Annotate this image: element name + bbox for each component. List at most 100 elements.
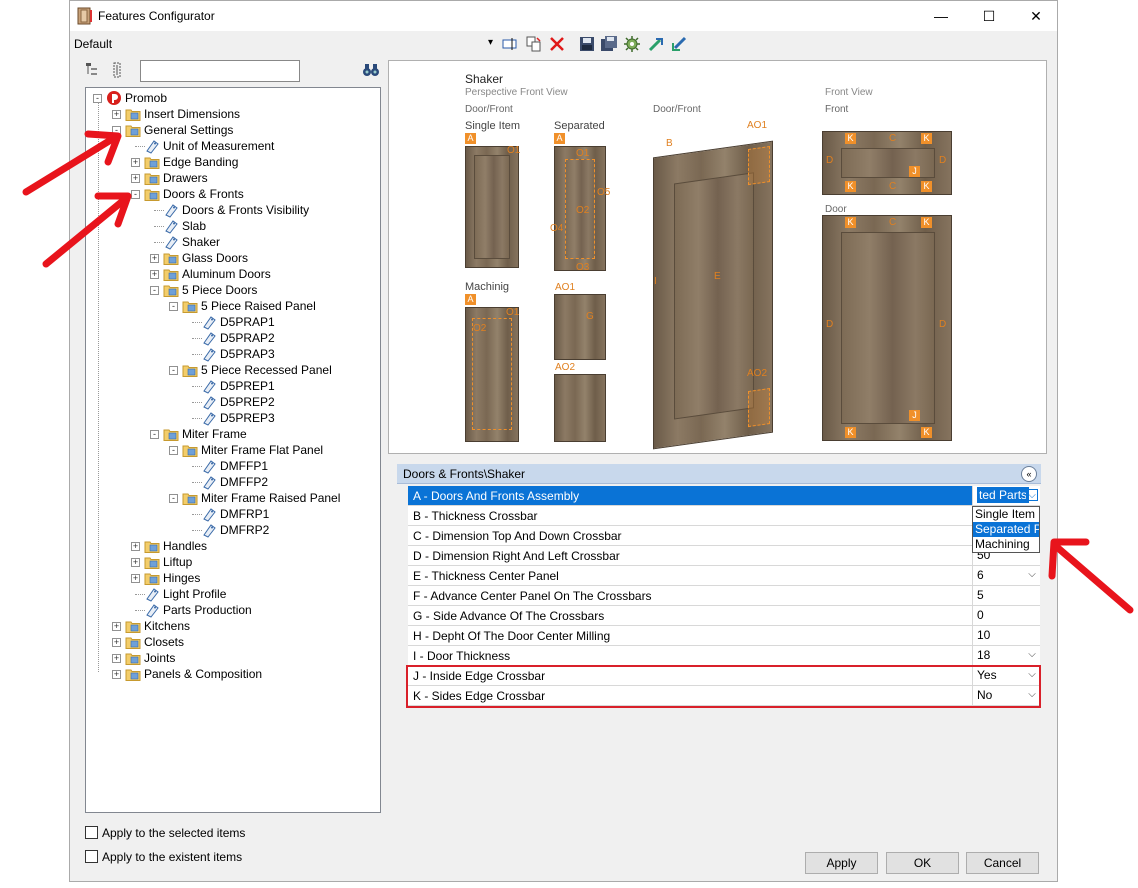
property-value[interactable]: ted Parts ⌵ (972, 486, 1040, 505)
tree-node[interactable]: + Panels & Composition (86, 666, 376, 682)
settings-icon[interactable] (623, 35, 641, 53)
tree-node[interactable]: - 5 Piece Recessed Panel (86, 362, 376, 378)
tree-node[interactable]: - Promob (86, 90, 376, 106)
expand-node-icon[interactable]: + (112, 638, 121, 647)
dropdown-option[interactable]: Single Item (973, 507, 1039, 522)
property-row[interactable]: I - Door Thickness 18 ⌵ (408, 646, 1040, 666)
expand-node-icon[interactable]: + (150, 270, 159, 279)
collapse-all-icon[interactable] (85, 62, 101, 78)
expand-node-icon[interactable]: + (112, 110, 121, 119)
property-row[interactable]: B - Thickness Crossbar (408, 506, 1040, 526)
expand-node-icon[interactable]: + (131, 558, 140, 567)
tree-node[interactable]: Parts Production (86, 602, 376, 618)
tree-node[interactable]: + Kitchens (86, 618, 376, 634)
apply-selected-checkbox[interactable] (85, 826, 98, 839)
rename-icon[interactable] (501, 35, 519, 53)
copy-icon[interactable] (525, 35, 543, 53)
tree-node[interactable]: D5PREP2 (86, 394, 376, 410)
tree-search-input[interactable] (140, 60, 300, 82)
close-button[interactable]: ✕ (1025, 5, 1047, 27)
expand-node-icon[interactable]: + (150, 254, 159, 263)
property-value[interactable]: 0 (972, 606, 1040, 625)
property-value[interactable]: 18 ⌵ (972, 646, 1040, 665)
collapse-node-icon[interactable]: - (169, 494, 178, 503)
apply-existent-option[interactable]: Apply to the existent items (85, 849, 325, 865)
apply-existent-checkbox[interactable] (85, 850, 98, 863)
chevron-down-icon[interactable]: ⌵ (1026, 569, 1038, 581)
tree-node[interactable]: - Miter Frame (86, 426, 376, 442)
tree-node[interactable]: D5PRAP3 (86, 346, 376, 362)
tree-node[interactable]: + Hinges (86, 570, 376, 586)
expand-node-icon[interactable]: + (112, 654, 121, 663)
apply-selected-option[interactable]: Apply to the selected items (85, 825, 325, 841)
collapse-node-icon[interactable]: - (150, 286, 159, 295)
save-as-icon[interactable] (600, 35, 618, 53)
property-row[interactable]: H - Depht Of The Door Center Milling 10 (408, 626, 1040, 646)
collapse-node-icon[interactable]: - (169, 366, 178, 375)
folder-icon (144, 541, 160, 553)
tree-node[interactable]: - 5 Piece Doors (86, 282, 376, 298)
tree-node[interactable]: + Edge Banding (86, 154, 376, 170)
save-icon[interactable] (578, 35, 596, 53)
expand-node-icon[interactable]: + (112, 670, 121, 679)
collapse-node-icon[interactable]: - (150, 430, 159, 439)
collapse-node-icon[interactable]: - (169, 302, 178, 311)
tree-node[interactable]: DMFRP2 (86, 522, 376, 538)
ann-o2-sep: O2 (576, 205, 590, 216)
property-name: A - Doors And Fronts Assembly (413, 489, 580, 503)
tree-node[interactable]: + Closets (86, 634, 376, 650)
delete-icon[interactable] (548, 35, 566, 53)
property-row[interactable]: C - Dimension Top And Down Crossbar (408, 526, 1040, 546)
collapse-node-icon[interactable]: - (169, 446, 178, 455)
folder-icon (182, 445, 198, 457)
collapse-properties-button[interactable]: « (1021, 466, 1037, 482)
tree-node[interactable]: Unit of Measurement (86, 138, 376, 154)
property-value[interactable]: 6 ⌵ (972, 566, 1040, 585)
tree-node[interactable]: + Liftup (86, 554, 376, 570)
tree-node[interactable]: D5PREP1 (86, 378, 376, 394)
expand-all-icon[interactable] (109, 62, 125, 78)
expand-node-icon[interactable]: + (131, 174, 140, 183)
ok-button[interactable]: OK (886, 852, 959, 874)
cancel-button[interactable]: Cancel (966, 852, 1039, 874)
property-row[interactable]: F - Advance Center Panel On The Crossbar… (408, 586, 1040, 606)
dropdown-option-selected[interactable]: Separated Parts (973, 522, 1039, 537)
property-value[interactable]: 10 (972, 626, 1040, 645)
tree-node[interactable]: + Drawers (86, 170, 376, 186)
tree-node[interactable]: + Insert Dimensions (86, 106, 376, 122)
chevron-down-icon[interactable]: ⌵ (1026, 489, 1038, 501)
expand-node-icon[interactable]: + (131, 158, 140, 167)
import-icon[interactable] (670, 35, 688, 53)
binoculars-icon[interactable] (362, 62, 380, 78)
ann-d-4: D (939, 319, 947, 330)
tree-node[interactable]: - General Settings (86, 122, 376, 138)
maximize-button[interactable]: ☐ (978, 5, 1000, 27)
tree-node[interactable]: - 5 Piece Raised Panel (86, 298, 376, 314)
expand-node-icon[interactable]: + (112, 622, 121, 631)
tree-node[interactable]: DMFRP1 (86, 506, 376, 522)
tree-node[interactable]: D5PRAP2 (86, 330, 376, 346)
tree-node[interactable]: Light Profile (86, 586, 376, 602)
property-row[interactable]: A - Doors And Fronts Assembly ted Parts ⌵ (408, 486, 1040, 506)
tree-node[interactable]: + Joints (86, 650, 376, 666)
profile-dropdown-icon[interactable]: ▾ (488, 37, 493, 48)
tree-node[interactable]: D5PRAP1 (86, 314, 376, 330)
property-row[interactable]: G - Side Advance Of The Crossbars 0 (408, 606, 1040, 626)
property-value[interactable]: 5 (972, 586, 1040, 605)
assembly-dropdown-list: Single Item Separated Parts Machining (972, 506, 1040, 553)
export-icon[interactable] (647, 35, 665, 53)
property-row[interactable]: D - Dimension Right And Left Crossbar 50 (408, 546, 1040, 566)
property-row[interactable]: E - Thickness Center Panel 6 ⌵ (408, 566, 1040, 586)
tree-node[interactable]: DMFFP1 (86, 458, 376, 474)
tree-node[interactable]: - Miter Frame Raised Panel (86, 490, 376, 506)
minimize-button[interactable]: — (930, 5, 952, 27)
tree-node[interactable]: - Miter Frame Flat Panel (86, 442, 376, 458)
chevron-down-icon[interactable]: ⌵ (1026, 649, 1038, 661)
tree-node[interactable]: DMFFP2 (86, 474, 376, 490)
tree-node[interactable]: + Handles (86, 538, 376, 554)
expand-node-icon[interactable]: + (131, 542, 140, 551)
apply-button[interactable]: Apply (805, 852, 878, 874)
tree-node[interactable]: D5PREP3 (86, 410, 376, 426)
expand-node-icon[interactable]: + (131, 574, 140, 583)
dropdown-option[interactable]: Machining (973, 537, 1039, 552)
